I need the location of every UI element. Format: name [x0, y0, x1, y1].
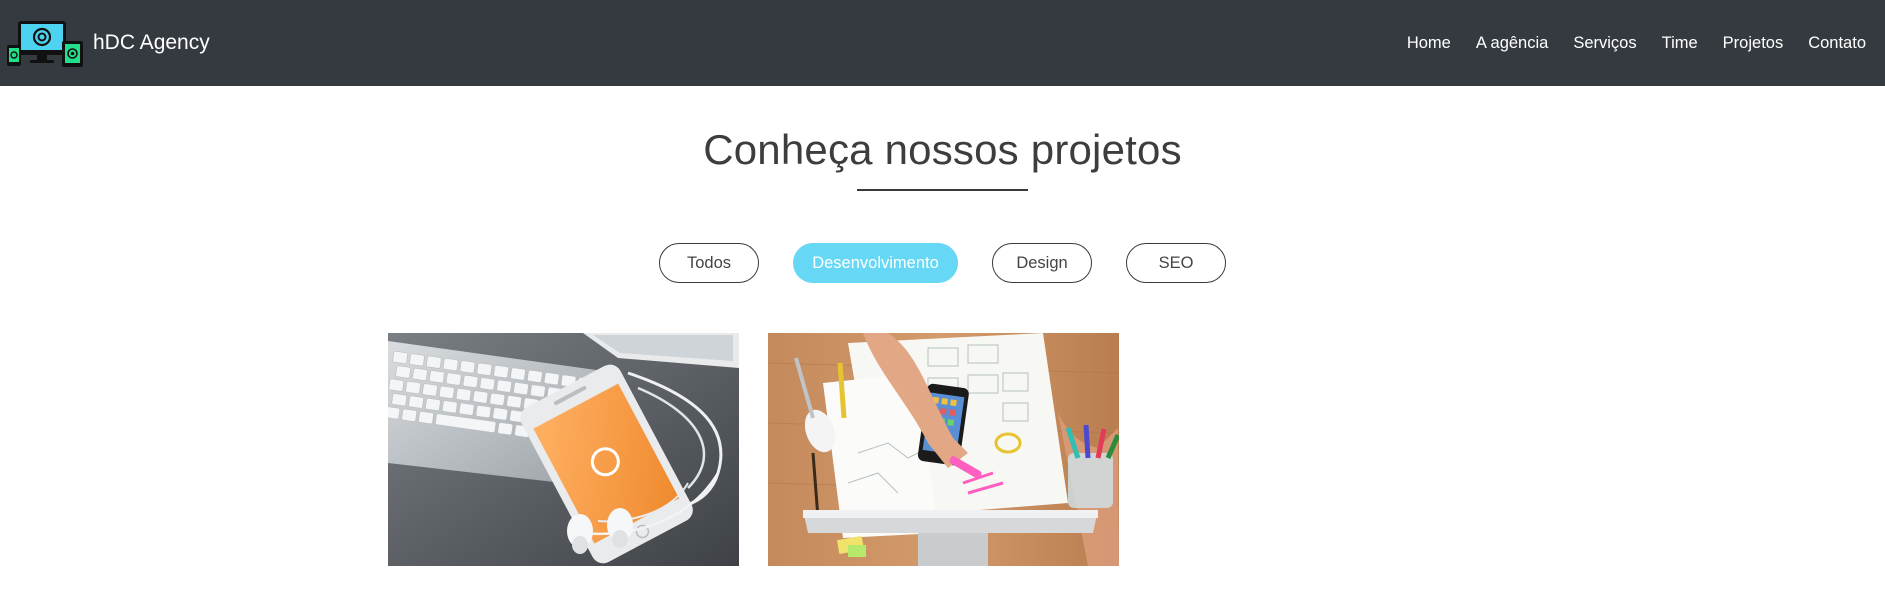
main-nav: Home A agência Serviços Time Projetos Co…	[1382, 0, 1885, 86]
project-card[interactable]	[388, 333, 739, 566]
nav-link-servicos[interactable]: Serviços	[1573, 34, 1636, 53]
top-navbar: hDC Agency Home A agência Serviços Time …	[0, 0, 1885, 86]
project-filters: Todos Desenvolvimento Design SEO	[0, 243, 1885, 283]
nav-link-projetos[interactable]: Projetos	[1723, 34, 1784, 53]
title-underline	[857, 189, 1028, 191]
nav-link-contato[interactable]: Contato	[1808, 34, 1866, 53]
filter-design-button[interactable]: Design	[992, 243, 1092, 283]
nav-link-time[interactable]: Time	[1662, 34, 1698, 53]
filter-desenvolvimento-button[interactable]: Desenvolvimento	[793, 243, 958, 283]
keyboard-smartphone-earphones-photo	[388, 333, 739, 566]
section-title: Conheça nossos projetos	[703, 126, 1182, 173]
brand-name: hDC Agency	[93, 31, 210, 54]
project-card[interactable]	[768, 333, 1119, 566]
devices-logo-icon	[7, 21, 83, 67]
filter-todos-button[interactable]: Todos	[659, 243, 759, 283]
nav-link-agencia[interactable]: A agência	[1476, 34, 1548, 53]
brand[interactable]: hDC Agency	[0, 0, 210, 86]
desk-sketching-smartphone-photo	[768, 333, 1119, 566]
filter-seo-button[interactable]: SEO	[1126, 243, 1226, 283]
nav-link-home[interactable]: Home	[1407, 34, 1451, 53]
